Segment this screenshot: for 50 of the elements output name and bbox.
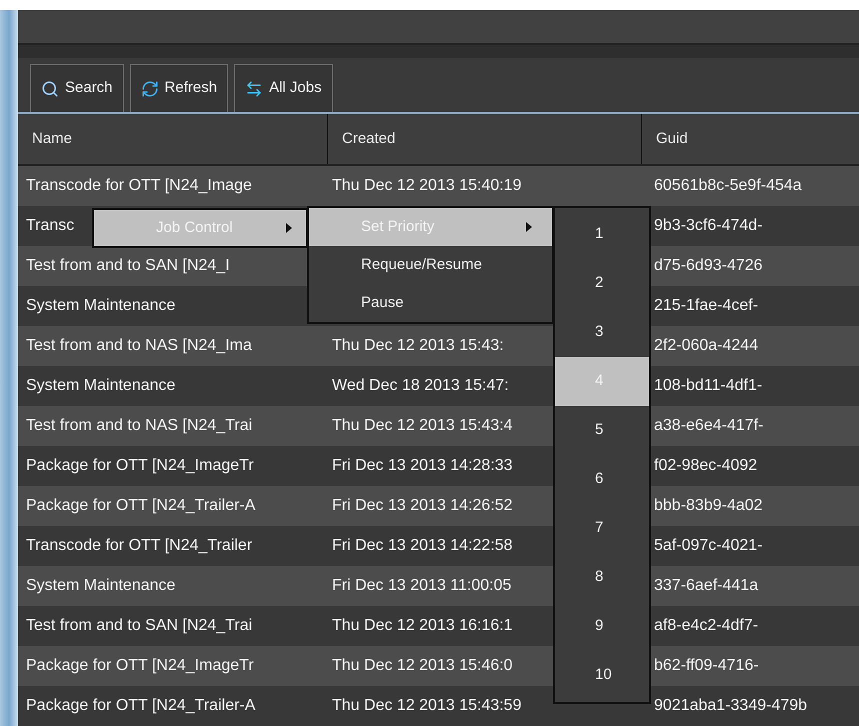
table-cell: 108-bd11-4df1- — [654, 377, 762, 394]
table-cell: bbb-83b9-4a02 — [654, 497, 763, 514]
table-cell: 2f2-060a-4244 — [654, 337, 758, 354]
table-cell: System Maintenance — [26, 297, 176, 314]
table-row[interactable]: Transcode for OTT [N24_Image Thu Dec 12 2013 15:40:19 60561b8c-5e9f-454a — [18, 166, 859, 206]
table-cell: Wed Dec 18 2013 15:47: — [332, 377, 509, 394]
column-header[interactable]: Guid — [642, 114, 859, 164]
table-cell: Thu Dec 12 2013 15:43:4 — [332, 417, 513, 434]
table-cell: System Maintenance — [26, 577, 176, 594]
table-cell: b62-ff09-4716- — [654, 657, 759, 674]
table-cell: d75-6d93-4726 — [654, 257, 763, 274]
table-cell: Package for OTT [N24_ImageTr — [26, 657, 254, 674]
table-cell: 9b3-3cf6-474d- — [654, 217, 763, 234]
table-cell: Fri Dec 13 2013 14:28:33 — [332, 457, 513, 474]
table-cell: Fri Dec 13 2013 14:22:58 — [332, 537, 513, 554]
table-cell: Thu Dec 12 2013 16:16:1 — [332, 617, 513, 634]
table-cell: af8-e4c2-4df7- — [654, 617, 758, 634]
table-cell: Thu Dec 12 2013 15:40:19 — [332, 177, 522, 194]
table-cell: Transc — [26, 217, 74, 234]
table-cell: 60561b8c-5e9f-454a — [654, 177, 802, 194]
toolbar-button[interactable]: Refresh — [130, 64, 228, 112]
column-header[interactable]: Created — [328, 114, 642, 164]
table-cell: 9021aba1-3349-479b — [654, 697, 808, 714]
swap-arrows-icon — [245, 80, 264, 98]
table-cell: Fri Dec 13 2013 11:00:05 — [332, 577, 512, 594]
refresh-icon — [140, 80, 159, 98]
toolbar-button[interactable]: Search — [30, 64, 124, 112]
table-cell: Package for OTT [N24_Trailer-A — [26, 697, 256, 714]
table-cell: Transcode for OTT [N24_Trailer — [26, 537, 252, 554]
table-cell: Transcode for OTT [N24_Image — [26, 177, 252, 194]
table-cell: 5af-097c-4021- — [654, 537, 763, 554]
table-cell: Package for OTT [N24_Trailer-A — [26, 497, 256, 514]
table-cell: 337-6aef-441a — [654, 577, 758, 594]
table-cell: Fri Dec 13 2013 14:26:52 — [332, 497, 513, 514]
table-cell: 215-1fae-4cef- — [654, 297, 758, 314]
search-icon — [41, 80, 59, 98]
table-cell: Thu Dec 12 2013 15:46:0 — [332, 657, 513, 674]
table-row[interactable]: Package for OTT [N24_Trailer-A Thu Dec 12 2013 15:43:59 9021aba1-3349-479b — [18, 686, 859, 726]
table-cell: f02-98ec-4092 — [654, 457, 758, 474]
column-header[interactable]: Name — [18, 114, 328, 164]
table-cell: a38-e6e4-417f- — [654, 417, 764, 434]
table-cell: Package for OTT [N24_ImageTr — [26, 457, 254, 474]
table-cell: Test from and to NAS [N24_Trai — [26, 417, 252, 434]
table-cell: Thu Dec 12 2013 15:43:59 — [332, 697, 522, 714]
table-cell: Test from and to NAS [N24_Ima — [26, 337, 252, 354]
table-cell: Thu Dec 12 2013 15:43: — [332, 337, 504, 354]
table-cell: Test from and to SAN [N24_Trai — [26, 617, 252, 634]
table-cell: System Maintenance — [26, 377, 176, 394]
toolbar-button[interactable]: All Jobs — [234, 64, 333, 112]
table-cell: Test from and to SAN [N24_I — [26, 257, 230, 274]
